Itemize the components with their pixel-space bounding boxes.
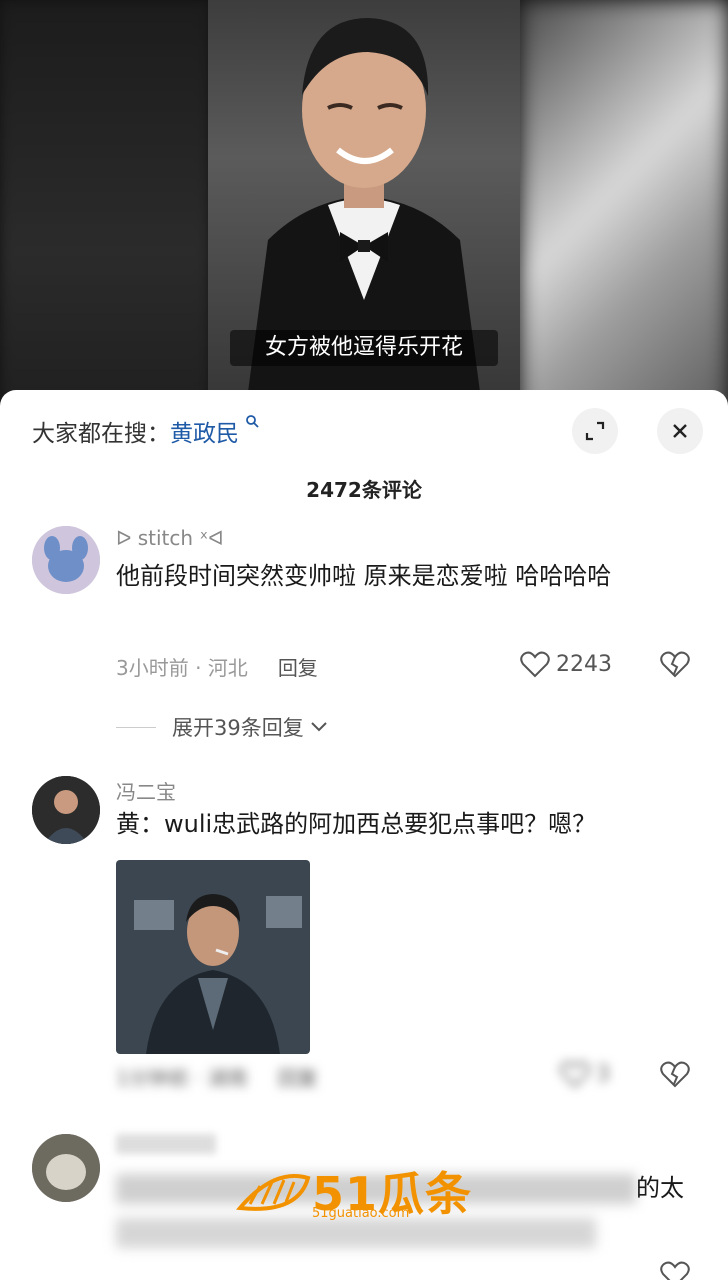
broken-heart-icon [660,1261,690,1280]
chevron-down-icon [311,722,327,732]
search-icon [240,414,259,432]
broken-heart-icon [660,1061,690,1088]
comment-text-tail: 的太 [636,1174,684,1202]
comment-username[interactable]: 冯二宝 [116,776,176,805]
avatar[interactable] [32,526,100,594]
site-watermark: 51瓜条 51guatiao.com [236,1158,472,1224]
like-count: 3 [596,1061,610,1087]
hot-search-prefix: 大家都在搜： [32,421,170,447]
avatar[interactable] [32,1134,100,1202]
fullscreen-button[interactable] [572,408,618,454]
comment-count: 2472条评论 [306,478,422,502]
divider [116,726,156,728]
video-subtitle: 女方被他逗得乐开花 [230,330,498,366]
dislike-button[interactable] [660,1260,690,1280]
dislike-button[interactable] [660,1060,690,1092]
comment-time: 3小时前 [116,656,189,680]
like-button[interactable]: 3 [560,1060,610,1088]
comment-location: 湖南 [207,1066,248,1090]
comment-text: 黄：wuli忠武路的阿加西总要犯点事吧？嗯？ [116,810,597,838]
comment-image[interactable] [116,860,310,1054]
comment-sheet: 大家都在搜：黄政民 2472条评论 ᐅ stitch ˣᐊ 他前段时间突然变帅啦… [0,390,728,1280]
fullscreen-icon [585,421,605,441]
blurred-username [116,1134,216,1154]
comment-time: 1分钟前 [116,1066,189,1090]
expand-replies-button[interactable]: 展开39条回复 [116,712,328,742]
dislike-button[interactable] [660,650,690,682]
like-button[interactable]: 2243 [520,650,612,678]
reply-button[interactable]: 回复 [278,1066,318,1090]
video-blur-right [520,0,728,420]
comment-location: 河北 [207,656,248,680]
close-icon [673,424,687,438]
close-button[interactable] [657,408,703,454]
broken-heart-icon [660,651,690,678]
comment-meta: 3小时前 · 河北 回复 [116,656,318,680]
watermark-url: 51guatiao.com [312,1206,410,1221]
expand-replies-label: 展开39条回复 [172,716,304,740]
heart-icon [560,1061,590,1088]
heart-icon [520,651,550,678]
comment-meta: 1分钟前 · 湖南 回复 [116,1066,318,1090]
hot-search-row[interactable]: 大家都在搜：黄政民 [32,414,259,448]
hot-search-keyword[interactable]: 黄政民 [170,421,239,447]
comment-text: 他前段时间突然变帅啦 原来是恋爱啦 哈哈哈哈 [116,562,612,590]
comment-username[interactable]: ᐅ stitch ˣᐊ [116,526,224,550]
reply-button[interactable]: 回复 [278,656,318,680]
video-blur-left [0,0,210,420]
video-player[interactable]: 女方被他逗得乐开花 [0,0,728,420]
watermelon-logo-icon [236,1174,311,1211]
like-count: 2243 [556,651,612,677]
avatar[interactable] [32,776,100,844]
